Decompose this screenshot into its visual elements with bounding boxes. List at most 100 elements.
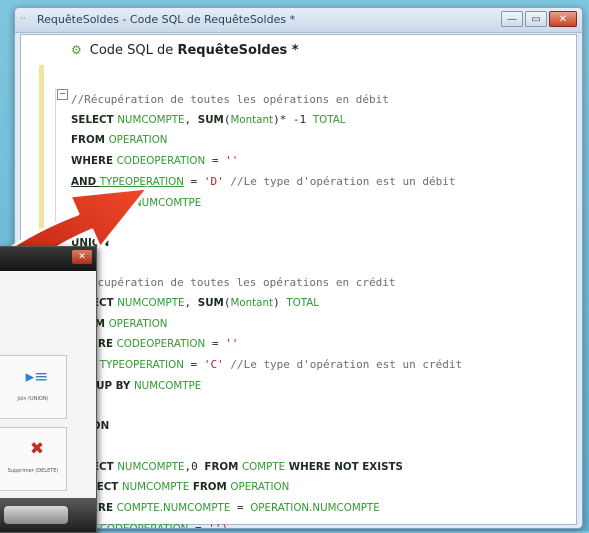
code-token: TYPEOPERATION [99,175,184,188]
window-titlebar[interactable]: ·· RequêteSoldes - Code SQL de RequêteSo… [15,8,582,33]
code-token: SUM [197,297,224,310]
code-token: NUMCOMTPE [133,379,202,392]
code-token: OPERATION [108,317,168,330]
code-token: NUMCOMPTE [121,481,190,494]
code-token: CODEOPERATION [99,522,189,529]
window-app-icon: ·· [20,14,26,24]
code-token: //Récupération de toutes les opérations … [71,93,389,106]
code-token: = [188,521,209,529]
code-line[interactable]: FROM OPERATION [71,314,462,335]
code-line[interactable]: //Récupération de toutes les opérations … [71,90,462,110]
code-token: 'D' [203,174,224,188]
join-union-label: Join (UNION) [17,396,49,402]
code-line[interactable]: UNION [71,416,462,437]
code-token: NUMCOMPTE [117,460,185,473]
code-token: CODEOPERATION [116,155,206,168]
code-token: SELECT [71,113,118,126]
code-token: CODEOPERATION [116,338,206,351]
code-token: Montant [230,297,274,310]
code-line[interactable]: //Récupération de toutes les opérations … [71,273,462,293]
code-token: = [183,358,204,372]
code-line[interactable] [71,397,462,417]
sql-code-icon: ⚙ [71,43,82,57]
code-line[interactable]: SELECT NUMCOMPTE, SUM(Montant) TOTAL [71,293,462,314]
delete-label: Supprimer (DELETE) [7,468,59,474]
popup-footer [0,498,96,532]
collapse-toggle-icon[interactable]: − [57,89,68,100]
sql-code-editor[interactable]: //Récupération de toutes les opérations … [71,90,462,529]
code-line[interactable]: (SELECT NUMCOMPTE FROM OPERATION [71,477,462,498]
window-title: RequêteSoldes - Code SQL de RequêteSolde… [37,13,296,26]
minimize-button[interactable]: — [501,11,523,27]
code-line[interactable]: SELECT NUMCOMPTE, SUM(Montant)* -1 TOTAL [71,110,462,131]
code-token: TOTAL [286,297,319,310]
code-line[interactable]: GROUP BY NUMCOMTPE [71,376,462,397]
code-token: NUMCOMPTE [117,297,185,310]
code-token: WHERE [71,155,117,168]
code-token: //Le type d'opération est un débit [223,174,456,188]
code-token: Montant [230,113,274,126]
code-line[interactable]: SELECT NUMCOMPTE,0 FROM COMPTE WHERE NOT… [71,457,462,478]
code-token: = [205,337,226,351]
code-token: GROUP BY [71,196,134,209]
code-line[interactable]: GROUP BY NUMCOMTPE [71,193,462,214]
code-line[interactable] [71,254,462,274]
pane-header-prefix: Code SQL de [89,43,174,58]
code-line[interactable] [71,437,462,457]
join-union-tool[interactable]: ▸≡ Join (UNION) [0,355,67,419]
code-line[interactable]: FROM OPERATION [71,130,462,151]
sql-editor-window: ·· RequêteSoldes - Code SQL de RequêteSo… [14,7,583,529]
code-token: AND [71,175,100,188]
code-token: WHERE NOT EXISTS [285,460,403,473]
code-token: '' [225,337,239,351]
code-line[interactable]: UNION [71,233,462,254]
code-token: OPERATION [230,481,290,494]
code-token: NUMCOMPTE [117,113,185,126]
code-token: //Récupération de toutes les opérations … [71,276,396,290]
code-pane[interactable]: ⚙ Code SQL de RequêteSoldes * − //Récupér… [20,34,577,528]
code-token: TOTAL [312,113,346,126]
code-line[interactable]: WHERE CODEOPERATION = '' [71,151,462,172]
code-token: '') [208,521,229,529]
window-controls: — ▭ ✕ [501,11,577,27]
code-token: FROM [71,134,109,147]
code-token: ,0 [184,459,205,473]
code-token: COMPTE [241,460,286,473]
code-token: //Le type d'opération est un crédit [223,358,463,372]
code-token: OPERATION [108,134,168,147]
code-token: = [230,501,251,515]
code-token: 'C' [203,358,224,372]
code-token: SUM [197,113,224,126]
popup-close-button[interactable]: ✕ [72,250,92,264]
code-token: = [205,154,226,168]
code-token: FROM [204,460,242,473]
tool-popup-window: ✕ ▸≡ Join (UNION) ✖ Supprimer (DELETE) [0,246,97,533]
code-line[interactable]: AND CODEOPERATION = '') [71,519,462,529]
code-token: , [184,296,198,310]
code-token: = [183,174,204,188]
code-line[interactable]: WHERE COMPTE.NUMCOMPTE = OPERATION.NUMCO… [71,498,462,519]
code-token: NUMCOMTPE [133,196,202,209]
union-icon: ▸≡ [25,367,49,387]
delete-icon: ✖ [29,439,45,459]
popup-footer-button[interactable] [4,506,68,524]
code-line[interactable]: AND TYPEOPERATION = 'D' //Le type d'opér… [71,172,462,193]
close-button[interactable]: ✕ [549,11,577,27]
code-token: TYPEOPERATION [99,359,184,372]
code-line[interactable] [71,213,462,233]
pane-header: ⚙ Code SQL de RequêteSoldes * [71,43,299,58]
code-token: ) [273,296,287,310]
code-token: COMPTE.NUMCOMPTE [116,502,231,515]
maximize-button[interactable]: ▭ [525,11,547,27]
popup-body: ▸≡ Join (UNION) ✖ Supprimer (DELETE) [0,271,96,498]
code-token: OPERATION.NUMCOMPTE [250,502,380,515]
delete-tool[interactable]: ✖ Supprimer (DELETE) [0,427,67,491]
code-token: '' [225,154,239,168]
popup-titlebar[interactable]: ✕ [0,247,96,271]
code-line[interactable]: AND TYPEOPERATION = 'C' //Le type d'opér… [71,355,462,376]
code-token: , [184,112,198,126]
code-line[interactable]: WHERE CODEOPERATION = '' [71,334,462,355]
code-token: )* -1 [273,112,313,126]
pane-header-query-name: RequêteSoldes * [177,43,299,58]
code-token: FROM [189,481,231,494]
